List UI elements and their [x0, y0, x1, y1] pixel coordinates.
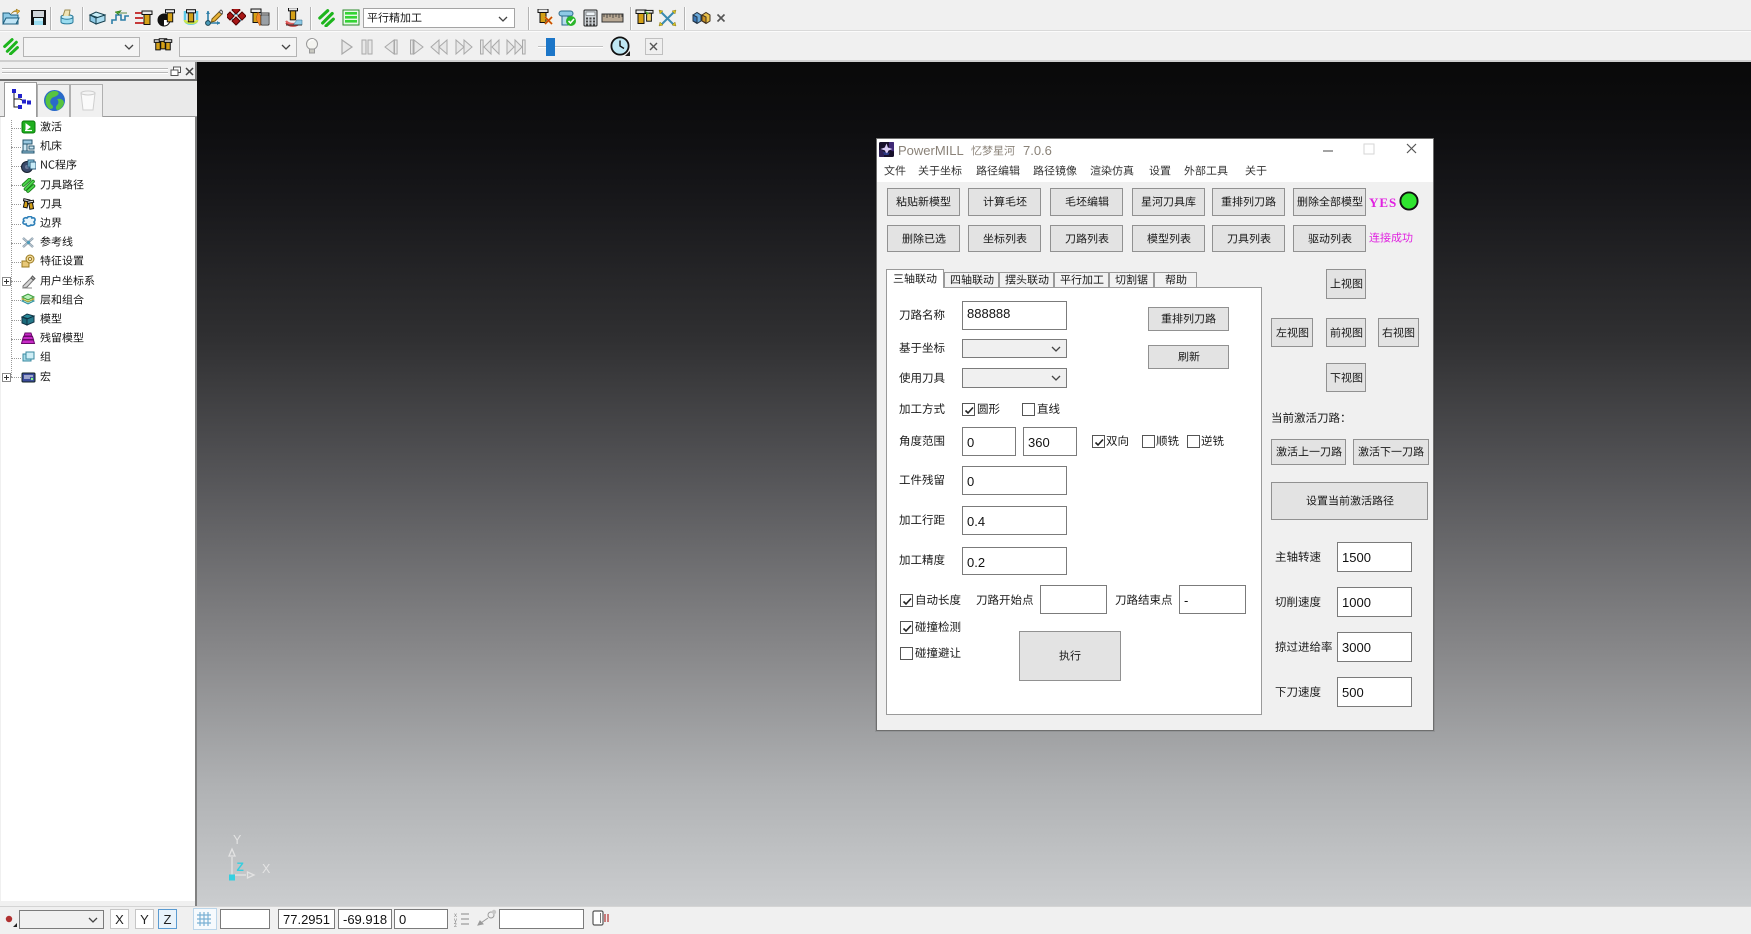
svg-text:z: z	[454, 923, 457, 928]
svg-text:X: X	[262, 862, 271, 876]
svg-text:Y: Y	[233, 833, 242, 847]
svg-text:Z: Z	[237, 860, 244, 874]
